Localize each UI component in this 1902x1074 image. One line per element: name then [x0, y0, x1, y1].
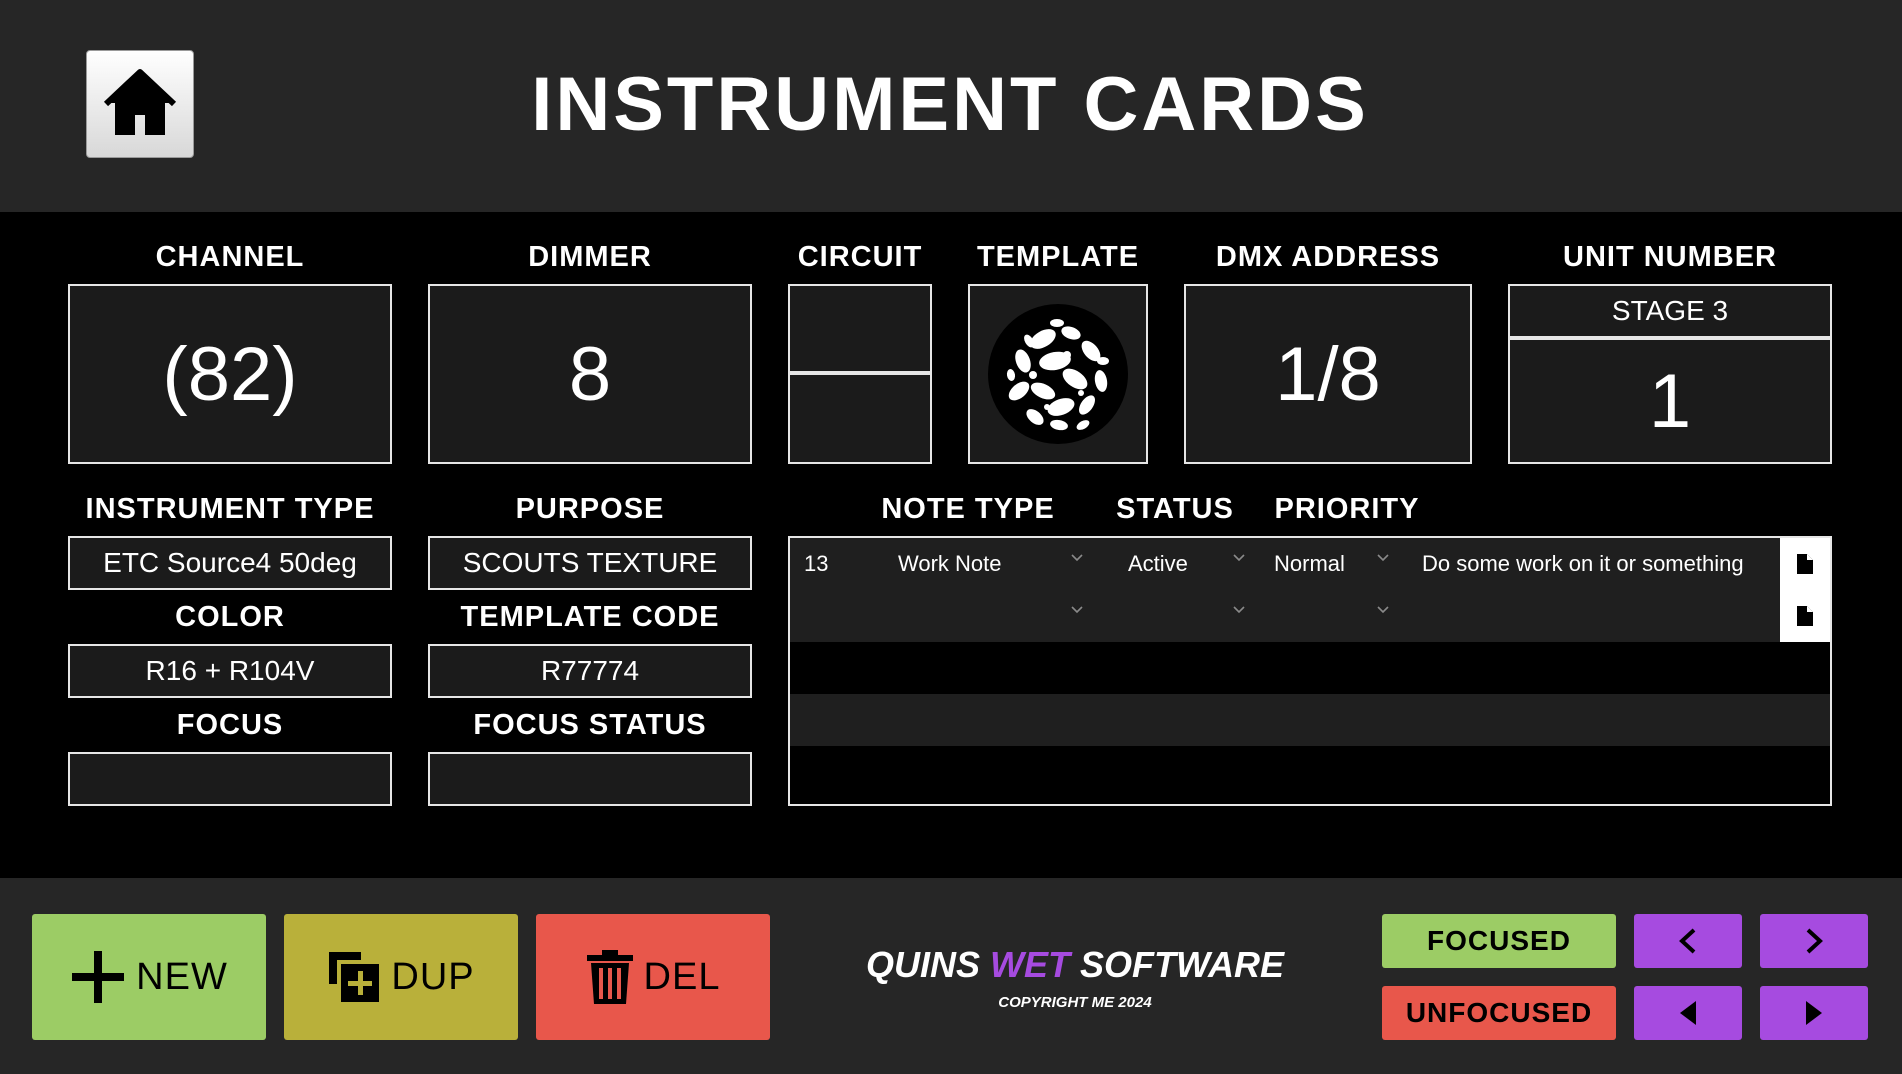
unit-number-field[interactable]: 1 [1508, 338, 1832, 464]
chevron-down-icon[interactable] [1070, 602, 1084, 616]
triangle-right-icon [1806, 1001, 1822, 1025]
focus-label: FOCUS [176, 709, 284, 741]
unit-position-field[interactable]: STAGE 3 [1508, 284, 1832, 338]
chevron-down-icon[interactable] [1376, 602, 1390, 616]
note-text[interactable]: Do some work on it or something [1422, 538, 1772, 590]
purpose-field[interactable]: SCOUTS TEXTURE [428, 536, 752, 590]
new-button[interactable]: NEW [32, 914, 266, 1040]
chevron-down-icon[interactable] [1232, 602, 1246, 616]
brand-part-1: QUINS [865, 944, 980, 985]
note-status-select[interactable] [1128, 590, 1228, 642]
brand-part-3: SOFTWARE [1080, 944, 1285, 985]
document-icon [1797, 606, 1813, 626]
note-priority-select[interactable] [1274, 590, 1374, 642]
note-status-select[interactable]: Active [1128, 538, 1228, 590]
priority-header: PRIORITY [1274, 493, 1420, 525]
note-type-header: NOTE TYPE [881, 493, 1055, 525]
chevron-down-icon[interactable] [1376, 550, 1390, 564]
note-priority-select[interactable]: Normal [1274, 538, 1374, 590]
purpose-label: PURPOSE [515, 493, 665, 525]
unit-position-value: STAGE 3 [1611, 295, 1729, 326]
notes-table: 13 Work Note Active Normal Do some work … [788, 536, 1832, 806]
chevron-down-icon[interactable] [1070, 550, 1084, 564]
page-title: INSTRUMENT CARDS [531, 62, 1369, 147]
template-label: TEMPLATE [976, 241, 1140, 273]
circuit-bottom-field[interactable] [788, 373, 932, 464]
dimmer-value: 8 [568, 331, 612, 417]
delete-button[interactable]: DEL [536, 914, 770, 1040]
focus-status-label: FOCUS STATUS [473, 709, 707, 741]
previous-focused-button[interactable] [1634, 914, 1742, 968]
note-text[interactable] [1422, 590, 1772, 642]
color-label: COLOR [175, 601, 285, 633]
template-code-value: R77774 [540, 655, 640, 686]
next-unfocused-button[interactable] [1760, 986, 1868, 1040]
duplicate-icon [329, 952, 380, 1002]
color-value: R16 + R104V [145, 655, 315, 686]
circuit-label: CIRCUIT [797, 241, 923, 273]
purpose-value: SCOUTS TEXTURE [462, 547, 718, 578]
empty-row [790, 694, 1830, 746]
channel-label: CHANNEL [155, 241, 305, 273]
dmx-address-value: 1/8 [1275, 331, 1381, 417]
previous-unfocused-button[interactable] [1634, 986, 1742, 1040]
delete-button-label: DEL [643, 955, 721, 998]
note-id: 13 [804, 551, 829, 576]
note-type-select[interactable] [898, 590, 1068, 642]
template-code-label: TEMPLATE CODE [460, 601, 720, 633]
home-icon [104, 69, 176, 135]
status-header: STATUS [1116, 493, 1234, 525]
note-row[interactable]: 13 Work Note Active Normal Do some work … [790, 538, 1830, 590]
document-icon [1797, 554, 1813, 574]
gobo-template-image [988, 304, 1128, 444]
duplicate-button-label: DUP [391, 955, 475, 998]
dmx-address-field[interactable]: 1/8 [1184, 284, 1472, 464]
instrument-type-value: ETC Source4 50deg [103, 547, 357, 578]
note-type-select[interactable]: Work Note [898, 538, 1068, 590]
template-code-field[interactable]: R77774 [428, 644, 752, 698]
instrument-type-field[interactable]: ETC Source4 50deg [68, 536, 392, 590]
focused-filter-button[interactable]: FOCUSED [1382, 914, 1616, 968]
new-button-label: NEW [136, 955, 228, 998]
empty-row [790, 642, 1830, 694]
color-field[interactable]: R16 + R104V [68, 644, 392, 698]
channel-field[interactable]: (82) [68, 284, 392, 464]
triangle-left-icon [1680, 1001, 1696, 1025]
chevron-down-icon[interactable] [1232, 550, 1246, 564]
unit-number-label: UNIT NUMBER [1563, 241, 1777, 273]
empty-row [790, 746, 1830, 798]
duplicate-button[interactable]: DUP [284, 914, 518, 1040]
unfocused-filter-button[interactable]: UNFOCUSED [1382, 986, 1616, 1040]
dmx-address-label: DMX ADDRESS [1215, 241, 1441, 273]
note-document-button[interactable] [1780, 590, 1830, 642]
brand-logo: QUINS WET SOFTWARE [840, 944, 1310, 986]
note-row[interactable] [790, 590, 1830, 642]
focus-field[interactable] [68, 752, 392, 806]
brand-part-2: WET [990, 944, 1070, 985]
copyright-text: COPYRIGHT ME 2024 [998, 994, 1152, 1011]
dimmer-label: DIMMER [528, 241, 652, 273]
note-document-button[interactable] [1780, 538, 1830, 590]
unit-number-value: 1 [1648, 358, 1692, 444]
chevron-right-icon [1806, 928, 1823, 954]
template-field[interactable] [968, 284, 1148, 464]
circuit-top-field[interactable] [788, 284, 932, 373]
trash-icon [586, 950, 633, 1004]
plus-icon [72, 951, 125, 1003]
home-button[interactable] [86, 50, 194, 158]
next-focused-button[interactable] [1760, 914, 1868, 968]
dimmer-field[interactable]: 8 [428, 284, 752, 464]
instrument-type-label: INSTRUMENT TYPE [85, 493, 375, 525]
focus-status-field[interactable] [428, 752, 752, 806]
channel-value: (82) [162, 331, 298, 417]
chevron-left-icon [1679, 928, 1696, 954]
